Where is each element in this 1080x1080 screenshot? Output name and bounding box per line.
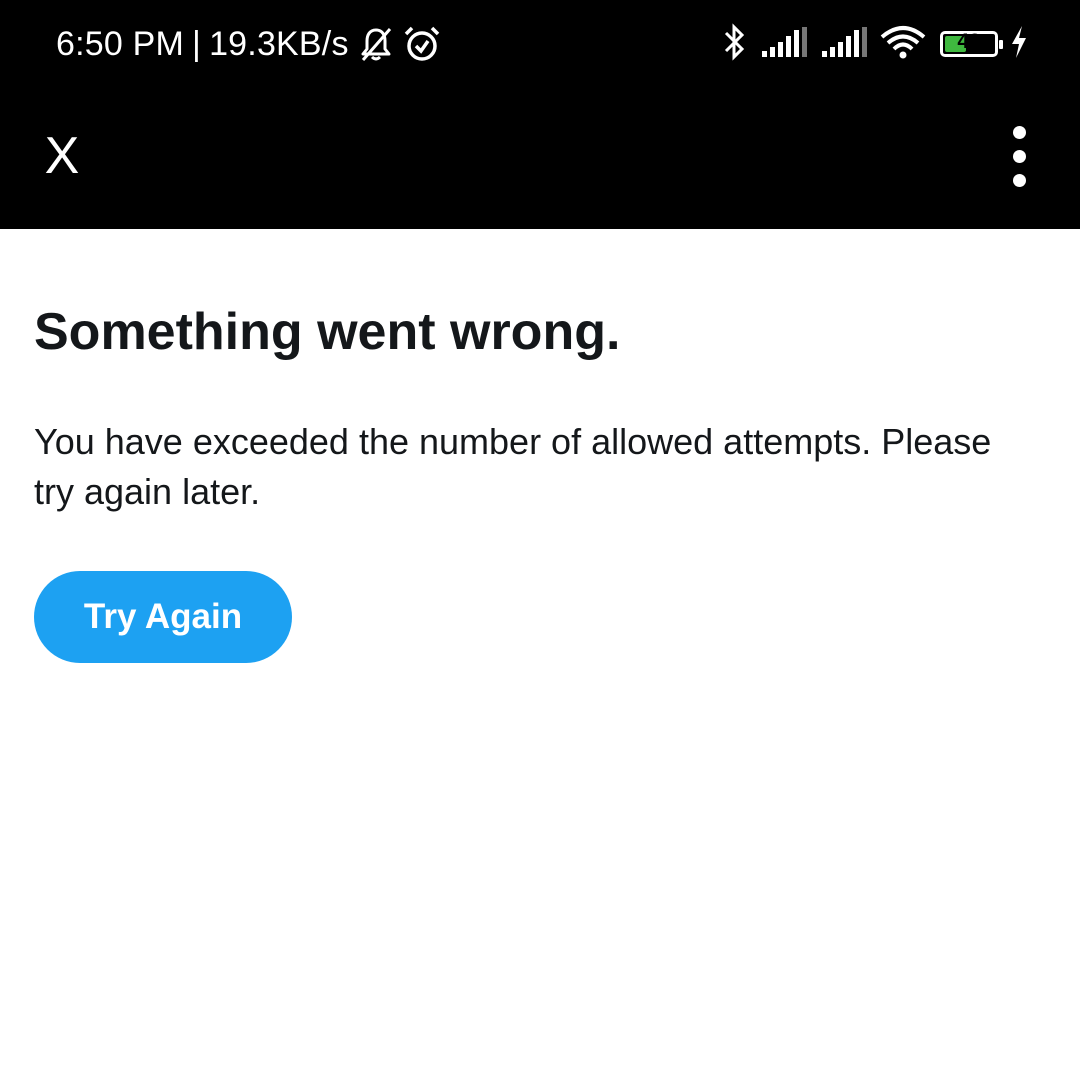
bluetooth-icon (722, 22, 748, 66)
app-bar: X (0, 88, 1080, 229)
close-button[interactable]: X (30, 116, 94, 196)
status-left: 6:50 PM | 19.3KB/s (56, 22, 441, 66)
more-vert-icon-dot (1013, 174, 1026, 187)
battery-level: 43 (957, 30, 981, 53)
more-vert-icon-dot (1013, 150, 1026, 163)
wifi-icon (880, 25, 926, 64)
network-speed: 19.3KB/s (209, 24, 349, 63)
more-vert-icon (1013, 126, 1026, 139)
muted-bell-icon (357, 25, 395, 63)
alarm-icon (403, 25, 441, 63)
error-message: You have exceeded the number of allowed … (34, 421, 992, 512)
try-again-button[interactable]: Try Again (34, 571, 292, 663)
more-options-button[interactable] (1000, 120, 1040, 192)
status-time: 6:50 PM (56, 24, 185, 63)
status-right: 43 (710, 22, 1028, 66)
battery-nub (999, 40, 1003, 49)
signal-icon (820, 26, 868, 62)
error-title: Something went wrong. (34, 303, 621, 361)
signal-icon (760, 26, 808, 62)
status-separator: | (192, 24, 202, 63)
status-bar: 6:50 PM | 19.3KB/s 43 (0, 0, 1080, 88)
charging-icon (1010, 25, 1028, 63)
error-content: Something went wrong. You have exceeded … (34, 229, 1044, 663)
battery-icon: 43 (940, 30, 1003, 57)
